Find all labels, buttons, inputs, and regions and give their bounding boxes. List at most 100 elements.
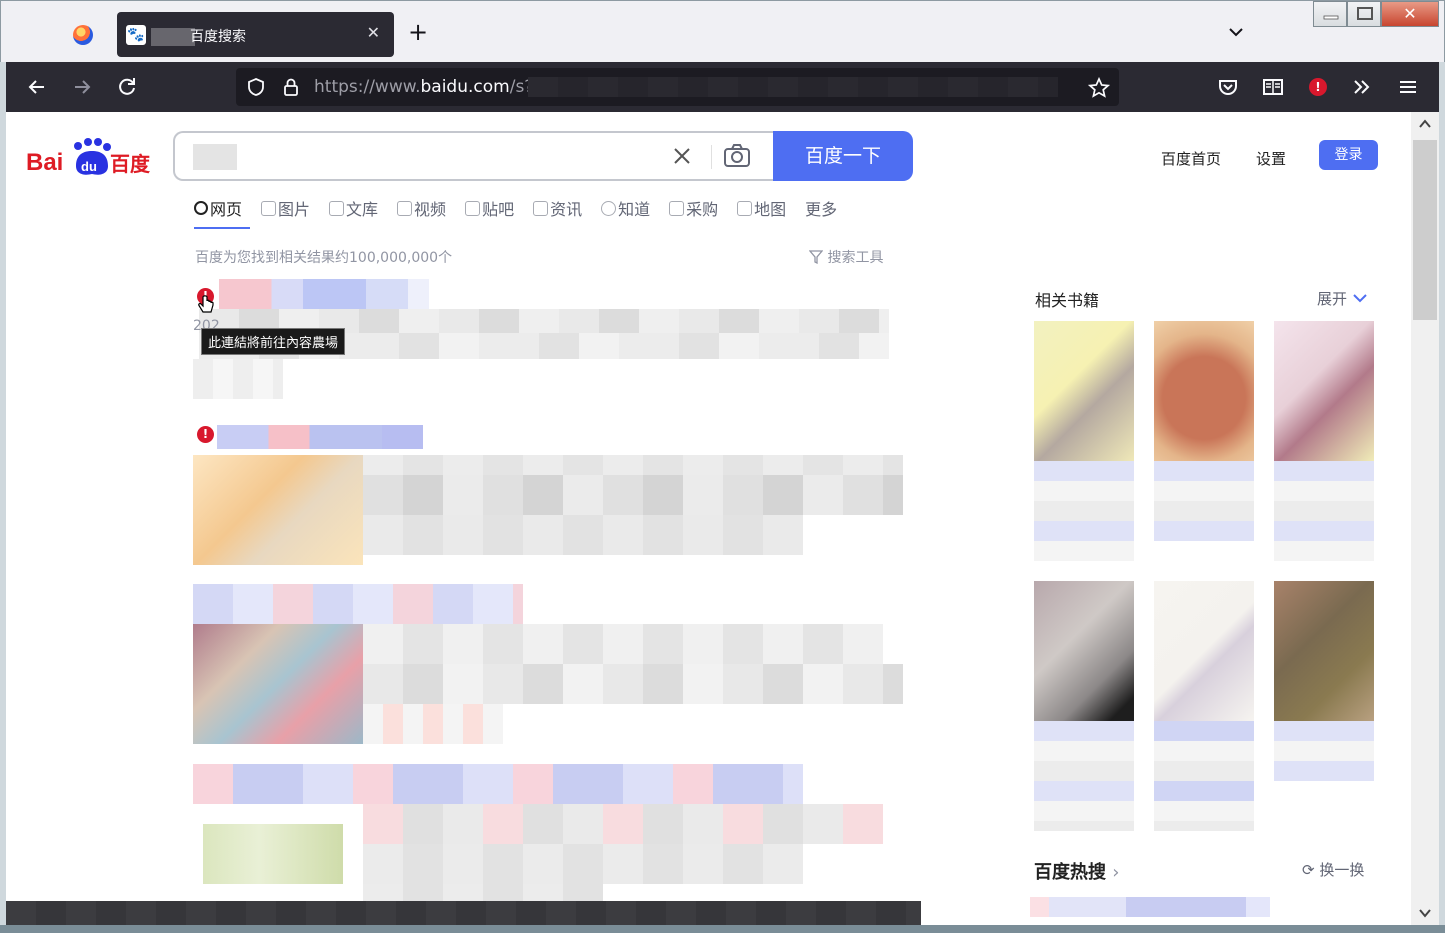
book-cover[interactable] [1034,581,1134,721]
url-bar[interactable]: https://www.baidu.com/s? [236,68,1119,106]
baidu-logo[interactable]: Bai du 百度 [26,136,156,180]
result-snippet-redacted [363,455,903,475]
active-tab-underline [194,227,250,229]
related-books-title: 相关书籍 [1035,291,1100,310]
tab-zhidao[interactable]: 知道 [601,196,650,220]
settings-link[interactable]: 设置 [1256,148,1286,169]
page-viewport: Bai du 百度 百度一下 百度首页 设置 登录 网页 图片 文库 视频 贴吧… [6,112,1411,925]
result-thumbnail-redacted[interactable] [193,455,363,565]
tieba-icon [465,200,481,216]
bookmark-star-icon[interactable] [1088,77,1110,99]
result-source-redacted [193,359,283,399]
baidu-home-link[interactable]: 百度首页 [1161,148,1221,169]
scroll-thumb[interactable] [1413,140,1437,320]
book-cover[interactable] [1034,321,1134,461]
forward-icon[interactable] [69,74,95,100]
search-input[interactable] [173,131,773,181]
pocket-icon[interactable] [1215,74,1241,100]
tab-video[interactable]: 视频 [397,196,446,220]
tab-web[interactable]: 网页 [194,196,242,220]
baidu-hot-search-title[interactable]: 百度热搜 › [1034,858,1119,884]
book-cover[interactable] [1154,581,1254,721]
book-cover[interactable] [1154,321,1254,461]
tab-wenku[interactable]: 文库 [329,196,378,220]
clear-search-icon[interactable] [671,145,693,167]
result-snippet-redacted [363,475,903,515]
lock-icon[interactable] [282,77,300,97]
result-thumbnail-redacted[interactable] [203,824,343,884]
hand-pointer-cursor [198,295,214,313]
menu-hamburger-icon[interactable] [1395,74,1421,100]
question-icon [601,200,617,216]
book-cover[interactable] [1274,321,1374,461]
overflow-chevrons-icon[interactable] [1349,74,1375,100]
result-snippet-redacted [363,624,883,664]
url-text[interactable]: https://www.baidu.com/s? [314,77,533,97]
book-caption-redacted [1034,461,1134,561]
tab-title-redacted [151,28,195,46]
svg-text:du: du [81,159,97,174]
document-icon [329,200,345,216]
divider [711,145,712,169]
scroll-down-icon[interactable] [1417,905,1433,921]
reload-icon[interactable] [114,74,140,100]
refresh-icon: ⟳ [1302,861,1315,879]
hot-item-redacted[interactable] [1030,897,1270,917]
search-query-redacted [193,144,237,170]
result-count: 百度为您找到相关结果约100,000,000个 [195,250,453,266]
result-snippet-redacted [363,664,903,704]
login-button[interactable]: 登录 [1319,140,1378,170]
tab-tieba[interactable]: 贴吧 [465,196,514,220]
result-source-redacted [363,704,503,744]
book-caption-redacted [1034,721,1134,831]
result-title-redacted[interactable] [217,425,423,449]
chevron-down-icon [1353,294,1367,303]
play-icon [397,200,413,216]
image-icon [261,200,277,216]
shield-icon[interactable] [246,77,266,97]
svg-text:百度: 百度 [110,152,151,176]
result-thumbnail-redacted[interactable] [193,624,363,744]
search-tools-button[interactable]: 搜索工具 [808,247,883,267]
tab-more[interactable]: 更多 [805,196,837,220]
page-scrollbar[interactable] [1411,112,1439,925]
chevron-right-icon: › [1112,862,1120,883]
tab-purchase[interactable]: 采购 [669,196,718,220]
search-button[interactable]: 百度一下 [773,131,913,181]
chevron-down-icon[interactable] [1227,23,1245,41]
tab-news[interactable]: 资讯 [533,196,582,220]
scroll-up-icon[interactable] [1417,116,1433,132]
book-caption-redacted [1154,461,1254,541]
window-frame-bottom [0,925,1445,933]
book-caption-redacted [1274,721,1374,781]
extension-alert-icon[interactable]: ! [1309,78,1327,96]
book-caption-redacted [1154,721,1254,831]
tab-images[interactable]: 图片 [261,196,310,220]
camera-icon[interactable] [723,143,751,169]
news-icon [533,200,549,216]
content-farm-warning-icon[interactable]: ! [197,426,214,443]
tab-title: 百度搜索 [190,29,246,45]
back-icon[interactable] [24,74,50,100]
maximize-button[interactable] [1347,1,1381,27]
book-cover[interactable] [1274,581,1374,721]
overlay-strip-redacted [6,901,921,925]
baidu-favicon-icon: 🐾 [126,25,146,45]
result-title-redacted[interactable] [193,584,523,624]
result-title-redacted[interactable] [193,764,803,804]
new-tab-button[interactable]: + [408,19,428,45]
content-farm-tooltip: 此連結將前往內容農場 [201,328,346,355]
tab-close-icon[interactable]: ✕ [367,23,380,42]
svg-text:Bai: Bai [26,149,63,176]
firefox-view-icon[interactable] [73,25,93,45]
reader-view-icon[interactable] [1260,74,1286,100]
refresh-hot-button[interactable]: ⟳ 换一换 [1302,859,1364,880]
result-snippet-redacted [363,804,883,844]
tab-map[interactable]: 地图 [737,196,786,220]
minimize-button[interactable] [1313,1,1347,27]
navigation-toolbar: https://www.baidu.com/s? ! [6,62,1439,112]
active-tab[interactable]: 🐾 百度搜索 ✕ [117,12,394,57]
expand-books-button[interactable]: 展开 [1317,288,1368,309]
close-window-button[interactable]: ✕ [1381,1,1439,27]
result-title-redacted[interactable] [219,279,429,309]
